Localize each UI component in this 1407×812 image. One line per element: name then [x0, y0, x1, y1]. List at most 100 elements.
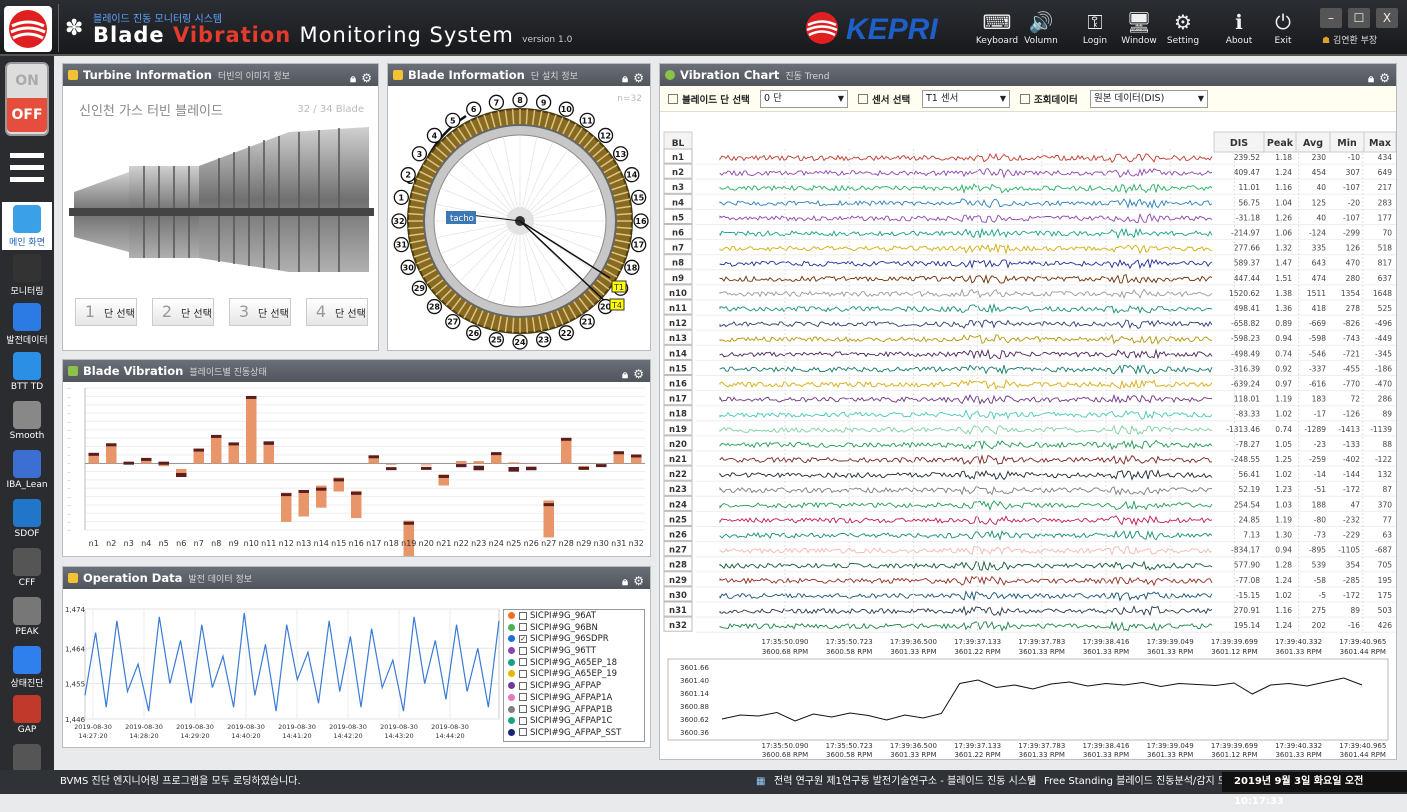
- sidebar-item-3[interactable]: 발전데이터: [2, 300, 52, 348]
- tick-mark: —: [67, 403, 71, 408]
- tick-mark: —: [67, 453, 71, 458]
- tick-mark: —: [67, 394, 71, 399]
- sidebar-item-8[interactable]: CFF: [2, 545, 52, 593]
- blade-number: 4: [432, 131, 438, 140]
- legend-checkbox[interactable]: [519, 682, 527, 690]
- x-tick-date: 2019-08-30: [431, 723, 469, 731]
- row-value: 217: [1378, 183, 1393, 192]
- legend-item[interactable]: SICPI#9G_AFPAP1B: [504, 705, 644, 717]
- bar-avg: [474, 461, 485, 463]
- sidebar-item-1[interactable]: 메인 화면: [2, 202, 52, 250]
- stage-3-button[interactable]: 3단 선택: [229, 298, 291, 326]
- row-value: -77.08: [1236, 576, 1260, 585]
- sidebar-item-9[interactable]: PEAK: [2, 594, 52, 642]
- x-tick-time: 14:44:20: [435, 732, 464, 740]
- stage-4-button[interactable]: 4단 선택: [306, 298, 368, 326]
- menu-icon[interactable]: [10, 150, 44, 184]
- close-button[interactable]: X: [1376, 8, 1398, 28]
- minimize-button[interactable]: –: [1320, 8, 1342, 28]
- legend-item[interactable]: SICPI#9G_96TT: [504, 646, 644, 658]
- legend-checkbox[interactable]: [519, 717, 527, 725]
- legend-checkbox[interactable]: [519, 693, 527, 701]
- sidebar-item-10[interactable]: 상태진단: [2, 643, 52, 691]
- legend-item[interactable]: SICPI#9G_A65EP_18: [504, 658, 644, 670]
- legend-item[interactable]: SICPI#9G_AFPAP1C: [504, 716, 644, 728]
- stage-1-button[interactable]: 1단 선택: [75, 298, 137, 326]
- legend-item[interactable]: ✓SICPI#9G_96SDPR: [504, 634, 644, 646]
- lock-icon[interactable]: 🔒︎: [350, 68, 356, 90]
- legend-item[interactable]: SICPI#9G_A65EP_19: [504, 669, 644, 681]
- query-select[interactable]: 원본 데이터(DIS)▼: [1090, 90, 1208, 108]
- toolbar-volumn-button[interactable]: 🔊Volumn: [1018, 8, 1064, 50]
- legend-checkbox[interactable]: [519, 728, 527, 736]
- row-label: n29: [669, 576, 687, 586]
- tick-mark: —: [67, 444, 71, 449]
- stage-select[interactable]: 0 단▼: [760, 90, 848, 108]
- rpm-time-label: 17:39:40.332: [1275, 742, 1322, 750]
- row-value: 1520.62: [1229, 289, 1260, 298]
- sidebar-item-2[interactable]: 모니터링: [2, 251, 52, 299]
- legend-checkbox[interactable]: [519, 623, 527, 631]
- row-value: -826: [1343, 319, 1360, 328]
- row-value: 454: [1312, 168, 1327, 177]
- row-value: 1.25: [1275, 455, 1292, 464]
- sidebar-item-5[interactable]: Smooth: [2, 398, 52, 446]
- row-value: -14: [1314, 470, 1326, 479]
- toolbar-setting-button[interactable]: ⚙Setting: [1160, 8, 1206, 50]
- legend-checkbox[interactable]: ✓: [519, 635, 527, 643]
- query-checkbox[interactable]: [1020, 94, 1030, 104]
- row-value: 1.02: [1275, 470, 1292, 479]
- time-label: 17:39:38.416: [1082, 638, 1130, 646]
- legend-checkbox[interactable]: [519, 612, 527, 620]
- legend-checkbox[interactable]: [519, 658, 527, 666]
- tick-mark: —: [67, 470, 71, 475]
- gear-icon[interactable]: ⚙: [633, 570, 644, 592]
- lock-icon[interactable]: 🔒︎: [622, 571, 628, 593]
- sidebar-item-7[interactable]: SDOF: [2, 496, 52, 544]
- user-info[interactable]: ☗ 김연환 부장: [1322, 33, 1377, 46]
- x-tick-label: n32: [629, 539, 644, 548]
- vibration-trace: [720, 380, 1212, 389]
- stage-2-button[interactable]: 2단 선택: [152, 298, 214, 326]
- column-header: DIS: [1230, 138, 1248, 149]
- row-value: 89: [1350, 606, 1360, 615]
- toolbar-keyboard-button[interactable]: ⌨Keyboard: [974, 8, 1020, 50]
- legend-item[interactable]: SICPI#9G_96AT: [504, 611, 644, 623]
- legend-item[interactable]: SICPI#9G_AFPAP_SST: [504, 728, 644, 740]
- maximize-button[interactable]: ☐: [1348, 8, 1370, 28]
- sensor-select[interactable]: T1 센서▼: [922, 90, 1010, 108]
- bar-avg: [421, 464, 432, 465]
- row-value: 1354: [1341, 289, 1360, 298]
- legend-item[interactable]: SICPI#9G_AFPAP1A: [504, 693, 644, 705]
- x-tick-label: n4: [141, 539, 151, 548]
- toolbar-window-button[interactable]: 🖥Window: [1116, 8, 1162, 50]
- row-value: 0.92: [1275, 364, 1292, 373]
- panel-subtitle: 진동 Trend: [785, 72, 829, 82]
- toolbar-login-button[interactable]: ⚿Login: [1072, 8, 1118, 50]
- sidebar-item-6[interactable]: IBA_Lean: [2, 447, 52, 495]
- legend-checkbox[interactable]: [519, 647, 527, 655]
- row-value: -17: [1314, 410, 1326, 419]
- x-tick-date: 2019-08-30: [329, 723, 367, 731]
- row-value: 0.94: [1275, 334, 1292, 343]
- legend-label: SICPI#9G_AFPAP_SST: [530, 728, 621, 738]
- gear-icon[interactable]: ⚙: [361, 67, 372, 89]
- rpm-value-label: 3601.33 RPM: [1275, 751, 1321, 759]
- sidebar-item-label: 상태진단: [10, 679, 43, 689]
- sensor-checkbox[interactable]: [858, 94, 868, 104]
- toggle-on[interactable]: ON: [7, 64, 47, 98]
- legend-item[interactable]: SICPI#9G_96BN: [504, 623, 644, 635]
- sidebar-item-11[interactable]: GAP: [2, 692, 52, 740]
- power-toggle[interactable]: ON OFF: [5, 62, 49, 136]
- tick-mark: —: [67, 419, 71, 424]
- toolbar-about-button[interactable]: ℹAbout: [1216, 8, 1262, 50]
- sidebar-item-4[interactable]: BTT TD: [2, 349, 52, 397]
- legend-color-dot: [508, 647, 515, 654]
- legend-checkbox[interactable]: [519, 670, 527, 678]
- stage-checkbox[interactable]: [668, 94, 678, 104]
- bar-avg: [264, 445, 275, 464]
- toggle-off[interactable]: OFF: [7, 98, 47, 132]
- legend-checkbox[interactable]: [519, 705, 527, 713]
- toolbar-exit-button[interactable]: ⏻Exit: [1260, 8, 1306, 50]
- legend-item[interactable]: SICPI#9G_AFPAP: [504, 681, 644, 693]
